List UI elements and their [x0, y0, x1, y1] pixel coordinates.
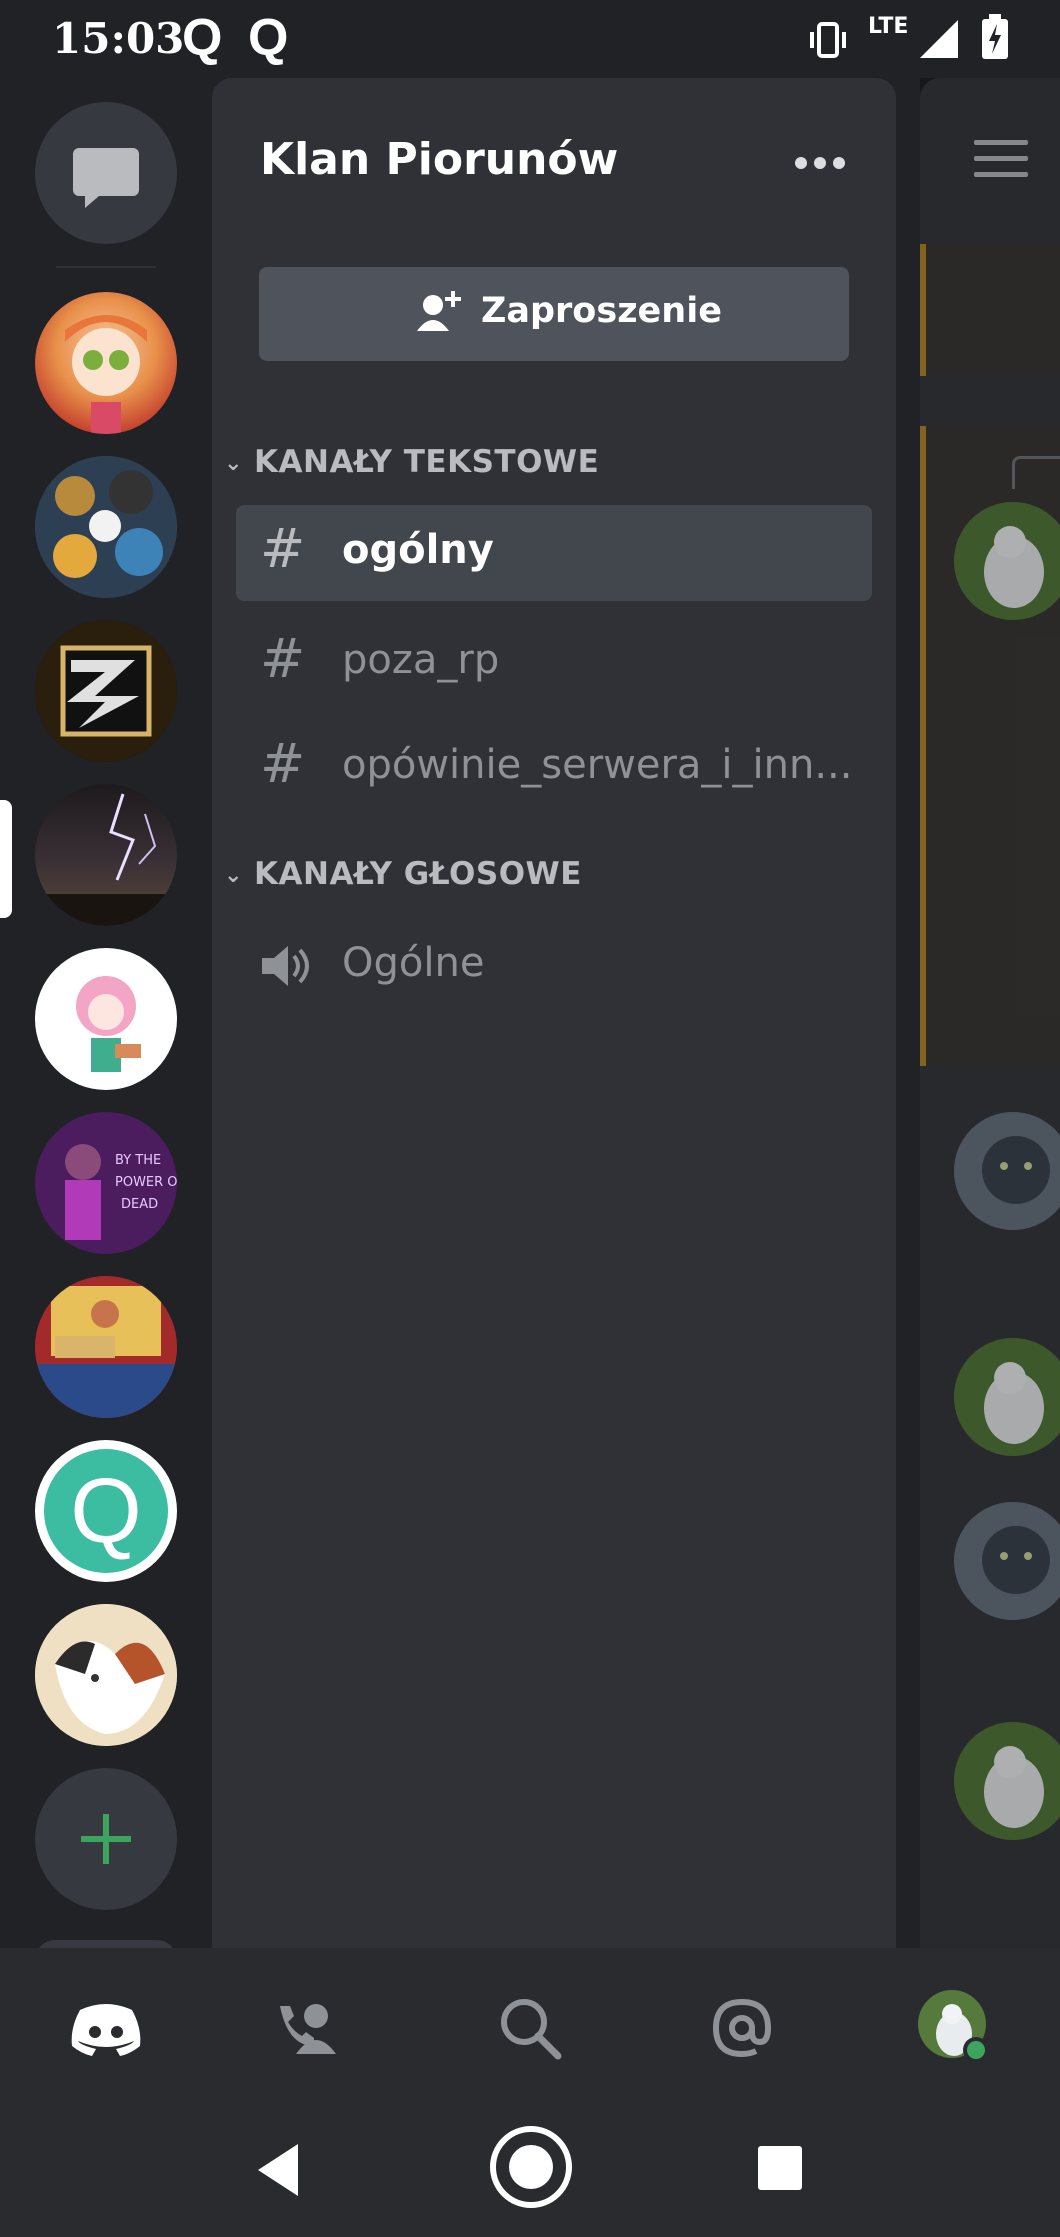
mentions-icon[interactable]: [702, 1988, 782, 2068]
server-icon-pink-hair-girl[interactable]: [35, 948, 177, 1090]
hash-icon: #: [260, 517, 306, 580]
server-name: Klan Piorunów: [260, 134, 619, 185]
server-avatar: [76, 976, 141, 1072]
server-avatar: [35, 1276, 177, 1418]
recents-icon[interactable]: [756, 2144, 804, 2192]
direct-messages-button[interactable]: [35, 102, 177, 244]
svg-text:BY THE: BY THE: [115, 1153, 161, 1168]
channel-name: ogólny: [342, 527, 494, 573]
category-voice-channels[interactable]: ⌄ KANAŁY GŁOSOWE: [224, 856, 582, 892]
system-navigation: [0, 2100, 1060, 2237]
search-icon[interactable]: [490, 1988, 570, 2068]
server-icon-calico-cat[interactable]: [35, 1604, 177, 1746]
channel-name: poza_rp: [342, 637, 500, 683]
bottom-navigation: [0, 1948, 1060, 2100]
clock: 15:03: [52, 14, 185, 63]
battery-icon: [982, 14, 1008, 59]
server-avatar: BY THE POWER OF DEAD: [35, 1112, 177, 1254]
profile-tab[interactable]: [916, 1988, 996, 2068]
voice-channel-ogolne[interactable]: Ogólne: [236, 918, 872, 1014]
channel-poza-rp[interactable]: # poza_rp: [236, 615, 872, 711]
plus-icon: [81, 1814, 131, 1864]
lte-label: LTE: [868, 14, 909, 39]
server-avatar: [35, 793, 177, 926]
server-icon-purple-art[interactable]: BY THE POWER OF DEAD: [35, 1112, 177, 1254]
chevron-down-icon: ⌄: [224, 863, 243, 888]
peek-dim-overlay: [920, 78, 1060, 1948]
selected-server-indicator: [0, 800, 12, 918]
category-label: KANAŁY TEKSTOWE: [254, 444, 600, 480]
home-icon[interactable]: [486, 2122, 576, 2212]
server-icon-q[interactable]: Q: [35, 1440, 177, 1582]
server-avatar: [35, 620, 177, 762]
svg-text:DEAD: DEAD: [121, 1197, 158, 1212]
notification-q-icon: Q: [248, 9, 289, 67]
channel-panel: Klan Piorunów Zaproszenie ⌄ KANAŁY TEKSTO…: [212, 78, 896, 1948]
server-icon-anime-girl[interactable]: [35, 292, 177, 434]
server-icon-lightning-emblem[interactable]: [35, 620, 177, 762]
server-avatar: [35, 1604, 177, 1746]
hash-icon: #: [260, 627, 306, 690]
add-server-button[interactable]: [35, 1768, 177, 1910]
channel-ogolny[interactable]: # ogólny: [236, 505, 872, 601]
server-icon-storm-sky[interactable]: [35, 784, 177, 926]
add-friend-icon: [417, 291, 461, 331]
invite-label: Zaproszenie: [481, 291, 722, 331]
more-options-icon[interactable]: [794, 156, 846, 170]
friends-icon[interactable]: [272, 1988, 352, 2068]
discord-home-icon[interactable]: [66, 1988, 146, 2068]
svg-text:POWER OF: POWER OF: [115, 1175, 177, 1190]
channel-name: Ogólne: [342, 940, 485, 986]
notification-q-icon: Q: [182, 9, 223, 67]
status-bar: 15:03 Q Q LTE: [0, 0, 1060, 78]
user-avatar: [918, 1990, 989, 2063]
server-avatar: [35, 456, 177, 598]
server-avatar: [65, 315, 147, 434]
vibrate-icon: [810, 22, 846, 58]
category-text-channels[interactable]: ⌄ KANAŁY TEKSTOWE: [224, 444, 599, 480]
q-logo: Q: [44, 1449, 168, 1573]
server-icon-cartoon-group[interactable]: [35, 456, 177, 598]
rail-divider: [56, 266, 156, 268]
invite-button[interactable]: Zaproszenie: [259, 267, 849, 361]
chat-bubble-icon: [73, 148, 139, 208]
speaker-icon: [262, 946, 309, 986]
channel-name: opówinie_serwera_i_inn...: [342, 742, 853, 788]
online-status-icon: [967, 2041, 985, 2059]
back-icon[interactable]: [252, 2140, 304, 2200]
signal-icon: [920, 20, 958, 58]
server-icon-photo-tv[interactable]: [35, 1276, 177, 1418]
category-label: KANAŁY GŁOSOWE: [254, 856, 582, 892]
hash-icon: #: [260, 732, 306, 795]
server-rail: BY THE POWER OF DEAD Q: [0, 78, 212, 1960]
chevron-down-icon: ⌄: [224, 451, 243, 476]
channel-opowinie-serwera[interactable]: # opówinie_serwera_i_inn...: [236, 720, 872, 816]
